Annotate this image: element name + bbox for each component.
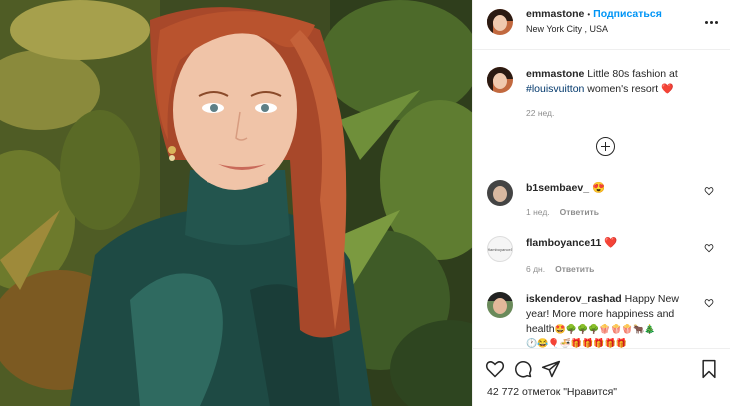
comment-1-text: 😍	[591, 182, 606, 194]
comment-1-reply-button[interactable]: Ответить	[560, 207, 599, 217]
comment-3-like-icon[interactable]	[704, 298, 714, 308]
share-icon[interactable]	[541, 359, 561, 379]
portrait-illustration	[0, 0, 472, 406]
comment-2-username[interactable]: flamboyance11	[526, 237, 601, 249]
post-header: emmastone • Подписаться New York City , US…	[473, 0, 730, 50]
caption-avatar[interactable]	[487, 67, 513, 93]
comment-2-meta: 6 дн. Ответить	[526, 264, 594, 274]
comment-2-reply-button[interactable]: Ответить	[555, 264, 594, 274]
header-separator: •	[587, 10, 591, 19]
post-photo[interactable]	[0, 0, 472, 406]
likes-count[interactable]: 42 772 отметок "Нравится"	[487, 386, 617, 398]
action-bar: 42 772 отметок "Нравится"	[473, 348, 730, 406]
comment-2: flamboyance11 ❤️	[526, 236, 617, 251]
comment-avatar-1[interactable]	[487, 180, 513, 206]
caption-body-1: Little 80s fashion at	[587, 68, 678, 80]
caption-hashtag[interactable]: #louisvuitton	[526, 83, 584, 95]
comment-icon[interactable]	[513, 359, 533, 379]
post-sidebar: emmastone • Подписаться New York City , US…	[472, 0, 730, 406]
caption-body-2: women's resort	[587, 83, 659, 95]
comment-2-like-icon[interactable]	[704, 243, 714, 253]
comment-avatar-2[interactable]: flamboyance11	[487, 236, 513, 262]
bookmark-icon[interactable]	[699, 359, 719, 379]
comment-1-username[interactable]: b1sembaev_	[526, 182, 589, 194]
comment-1-time: 1 нед.	[526, 207, 550, 217]
author-avatar[interactable]	[487, 9, 513, 35]
comment-1-like-icon[interactable]	[704, 186, 714, 196]
comment-1-meta: 1 нед. Ответить	[526, 207, 599, 217]
caption-time: 22 нед.	[526, 108, 555, 118]
author-username[interactable]: emmastone	[526, 8, 584, 20]
caption-heart-emoji: ❤️	[661, 84, 674, 95]
comment-avatar-3[interactable]	[487, 292, 513, 318]
add-comments-icon[interactable]	[596, 137, 615, 156]
comment-2-text: ❤️	[604, 237, 618, 249]
comment-1: b1sembaev_ 😍	[526, 181, 605, 196]
location-link[interactable]: New York City , USA	[526, 24, 608, 34]
follow-button[interactable]: Подписаться	[593, 8, 662, 20]
comment-3-username[interactable]: iskenderov_rashad	[526, 293, 622, 305]
instagram-post: emmastone • Подписаться New York City , US…	[0, 0, 730, 406]
heart-icon[interactable]	[485, 359, 505, 379]
comment-3-emojis: 🤩🌳🌳🌳🍿🍿🍿🐂🎄	[554, 324, 656, 334]
caption-username[interactable]: emmastone	[526, 68, 584, 80]
comment-3: iskenderov_rashad Happy New year! More m…	[526, 292, 696, 349]
caption-text: emmastone Little 80s fashion at #louisvu…	[526, 67, 722, 97]
more-icon[interactable]	[705, 16, 721, 24]
comment-2-time: 6 дн.	[526, 264, 546, 274]
comment-2-avatar-text: flamboyance11	[488, 247, 513, 252]
